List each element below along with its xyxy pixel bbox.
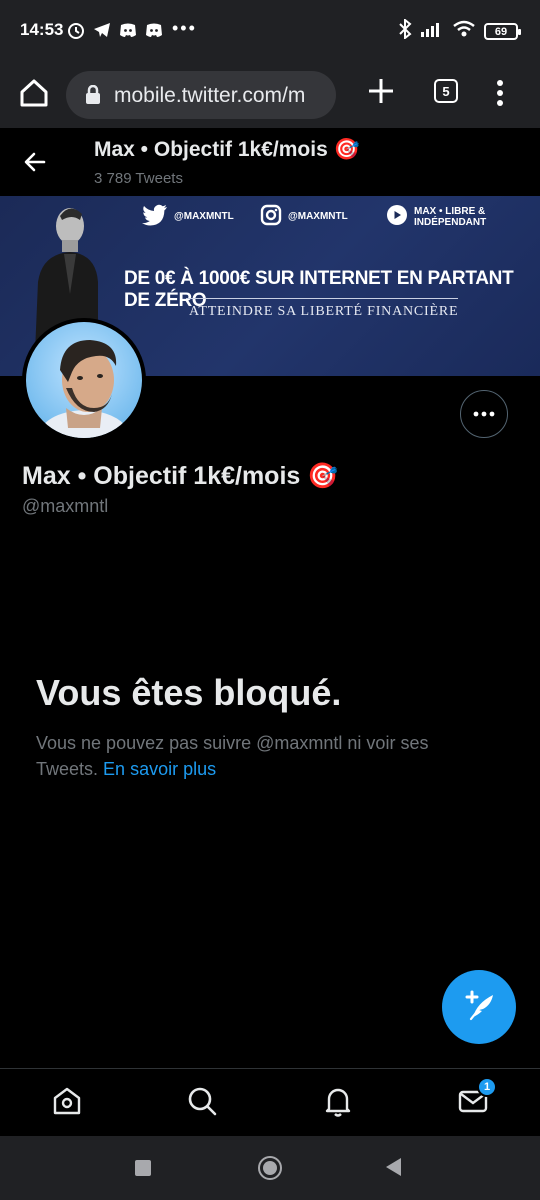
more-options-button[interactable]: [460, 390, 508, 438]
search-icon[interactable]: [184, 1083, 220, 1119]
compose-feather-icon: [459, 985, 499, 1030]
twitter-icon: [142, 204, 168, 229]
avatar-illustration: [36, 340, 132, 438]
instagram-icon: [260, 204, 282, 229]
battery-icon: 69: [484, 23, 521, 40]
blocked-message: Vous ne pouvez pas suivre @maxmntl ni vo…: [36, 730, 476, 782]
bottom-navigation: 1: [0, 1068, 540, 1136]
address-bar[interactable]: mobile.twitter.com/m: [66, 71, 336, 119]
android-home-button[interactable]: [258, 1156, 282, 1180]
android-back-button[interactable]: [386, 1158, 401, 1176]
home-icon[interactable]: [16, 75, 52, 111]
browser-toolbar: mobile.twitter.com/m 5: [0, 62, 540, 128]
signal-icon: [420, 20, 444, 43]
banner-youtube: MAX • LIBRE & INDÉPENDANT: [386, 204, 540, 229]
compose-tweet-button[interactable]: [442, 970, 516, 1044]
new-tab-icon[interactable]: [364, 74, 398, 108]
banner-subline: ATTEINDRE SA LIBERTÉ FINANCIÈRE: [189, 304, 459, 319]
discord-icon: [118, 20, 138, 40]
banner-instagram: @MAXMNTL: [260, 204, 348, 229]
banner-divider: [186, 298, 458, 299]
bluetooth-icon: [398, 17, 412, 44]
android-navigation-bar: [0, 1136, 540, 1200]
lock-icon: [84, 84, 102, 105]
profile-name: Max • Objectif 1k€/mois 🎯: [22, 462, 339, 490]
home-nav-icon[interactable]: [49, 1083, 85, 1119]
learn-more-link[interactable]: En savoir plus: [103, 759, 216, 779]
notifications-bell-icon[interactable]: [320, 1083, 356, 1119]
status-bar: 14:53 ••• 69: [0, 0, 540, 62]
status-time: 14:53: [20, 20, 64, 39]
more-horizontal-icon: [472, 405, 496, 423]
profile-header: Max • Objectif 1k€/mois 🎯 3 789 Tweets: [0, 128, 540, 196]
blocked-message-text: Vous ne pouvez pas suivre @maxmntl ni vo…: [36, 733, 429, 779]
tweet-count: 3 789 Tweets: [94, 170, 183, 187]
discord-icon: [144, 20, 164, 40]
tab-switcher-button[interactable]: 5: [434, 79, 458, 103]
more-notifications-icon: •••: [172, 18, 197, 38]
browser-menu-icon[interactable]: [488, 76, 512, 110]
profile-handle: @maxmntl: [22, 496, 109, 516]
url-text: mobile.twitter.com/m: [114, 84, 306, 107]
back-arrow-icon[interactable]: [18, 144, 54, 180]
youtube-icon: [386, 204, 408, 229]
recents-button[interactable]: [135, 1160, 151, 1176]
messages-badge: 1: [477, 1077, 497, 1097]
header-name: Max • Objectif 1k€/mois 🎯: [94, 138, 360, 161]
messages-envelope-icon[interactable]: 1: [455, 1077, 497, 1119]
alarm-icon: [66, 20, 86, 40]
telegram-icon: [92, 20, 112, 40]
avatar[interactable]: [22, 318, 146, 442]
banner-twitter: @MAXMNTL: [142, 204, 234, 229]
blocked-title: Vous êtes bloqué.: [36, 672, 342, 713]
wifi-icon: [452, 20, 476, 43]
